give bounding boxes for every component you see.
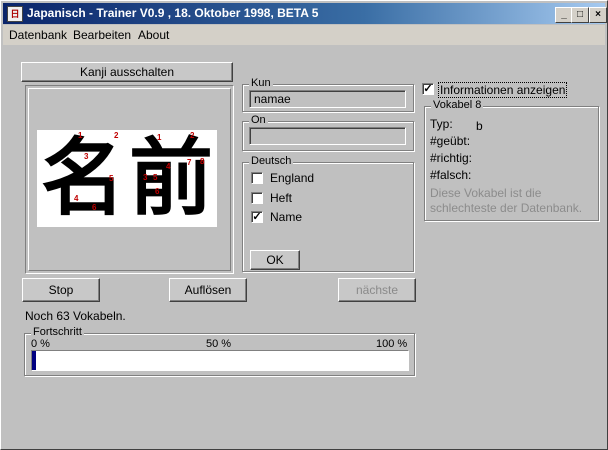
kun-group-label: Kun	[249, 77, 273, 89]
option-england-label[interactable]: England	[270, 171, 314, 185]
next-button[interactable]: nächste	[338, 278, 416, 302]
falsch-label: #falsch:	[430, 168, 472, 182]
progress-tick: 0 %	[31, 338, 50, 350]
stroke-number: 1	[157, 133, 162, 142]
progress-bar	[31, 350, 409, 371]
option-name-label[interactable]: Name	[270, 210, 302, 224]
stroke-number: 5	[153, 173, 158, 182]
show-info-checkbox[interactable]: ✓	[422, 83, 434, 95]
vokabel-group-label: Vokabel 8	[431, 99, 484, 111]
on-field[interactable]	[249, 127, 406, 145]
maximize-button[interactable]: □	[571, 7, 589, 23]
title-bar: 日 Japanisch - Trainer V0.9 , 18. Oktober…	[3, 3, 607, 24]
progress-group-label: Fortschritt	[31, 326, 84, 338]
show-info-label[interactable]: Informationen anzeigen	[438, 82, 568, 98]
on-group-label: On	[249, 114, 268, 126]
stroke-number: 5	[109, 174, 114, 183]
option-name-checkbox[interactable]: ✓	[251, 211, 263, 223]
kanji-image: 名 前 1 2 3 4 5 6 1 2 3 4 5 6 7 8	[37, 130, 217, 227]
stroke-number: 6	[155, 187, 160, 196]
close-button[interactable]: ×	[589, 7, 607, 23]
typ-value: b	[476, 119, 483, 133]
richtig-label: #richtig:	[430, 151, 473, 165]
stroke-number: 4	[166, 162, 171, 171]
typ-label: Typ:	[430, 117, 453, 131]
remaining-count: Noch 63 Vokabeln.	[25, 309, 126, 323]
stroke-number: 2	[190, 131, 195, 140]
app-icon: 日	[7, 6, 23, 22]
progress-tick: 100 %	[376, 338, 408, 350]
stroke-number: 3	[84, 152, 89, 161]
progress-tick: 50 %	[206, 338, 232, 350]
deutsch-group-label: Deutsch	[249, 155, 294, 167]
progress-fill	[32, 351, 36, 370]
stroke-number: 7	[187, 158, 192, 167]
ok-button[interactable]: OK	[250, 250, 300, 270]
option-heft-checkbox[interactable]	[251, 192, 263, 204]
option-england-checkbox[interactable]	[251, 172, 263, 184]
kun-field[interactable]: namae	[249, 90, 406, 108]
menu-datenbank[interactable]: Datenbank	[9, 28, 67, 42]
stroke-number: 2	[114, 131, 119, 140]
stroke-number: 3	[143, 173, 148, 182]
stroke-number: 6	[92, 203, 97, 212]
menu-about[interactable]: About	[138, 28, 169, 42]
option-heft-label[interactable]: Heft	[270, 191, 292, 205]
vokabel-note: Diese Vokabel ist die schlechteste der D…	[430, 186, 583, 215]
solve-button[interactable]: Auflösen	[169, 278, 247, 302]
kanji-toggle-button[interactable]: Kanji ausschalten	[21, 62, 233, 82]
kanji-glyph: 前	[129, 128, 214, 227]
stroke-number: 1	[78, 131, 83, 140]
stroke-number: 4	[74, 194, 79, 203]
menu-bearbeiten[interactable]: Bearbeiten	[73, 28, 131, 42]
geuebt-label: #geübt:	[430, 134, 471, 148]
stroke-number: 8	[200, 157, 205, 166]
menu-bar: Datenbank Bearbeiten About	[3, 25, 605, 45]
stop-button[interactable]: Stop	[22, 278, 100, 302]
window-title: Japanisch - Trainer V0.9 , 18. Oktober 1…	[27, 6, 319, 20]
